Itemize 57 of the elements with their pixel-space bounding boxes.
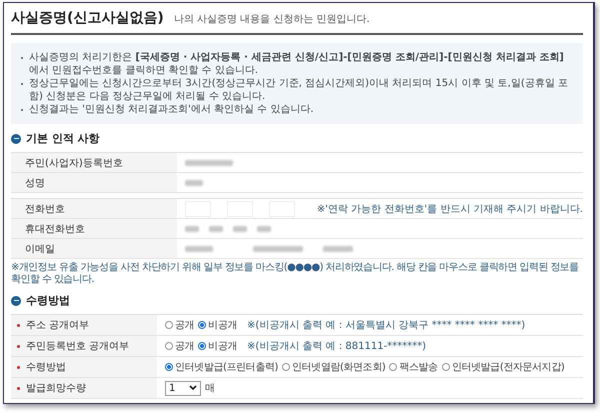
radio-option[interactable]: 인터넷발급(전자문서지갑) [442, 360, 564, 374]
quantity-select[interactable]: 1 [165, 380, 201, 396]
section-title: 수령방법 [26, 293, 70, 308]
redacted-value [209, 226, 223, 232]
radio-option[interactable]: 공개 [165, 339, 194, 353]
section-icon [11, 296, 21, 306]
redacted-value [257, 226, 271, 232]
field-label: 성명 [11, 173, 177, 192]
required-mark-icon [17, 366, 20, 368]
required-mark-icon [17, 386, 20, 390]
chevron-down-icon [189, 385, 197, 391]
field-label: 휴대전화번호 [11, 219, 177, 238]
unit-label: 매 [205, 382, 215, 395]
radio-icon[interactable] [165, 363, 173, 371]
notice-text: 사실증명의 처리기한은 [국세증명 · 사업자등록 · 세금관련 신청/신고]-[민원증명 조회/관리]-[민원신청 처리결과 조회]에서 민원접수번호를 클릭하면 확인할 수 있습니다. [29, 51, 565, 77]
radio-icon[interactable] [389, 363, 398, 371]
phone-note: ※'연락 가능한 전화번호'를 반드시 기재해 주시기 바랍니다. [316, 202, 583, 216]
output-example-note: ※(비공개시 출력 예 : 서울특별시 강북구 **** **** **** ****) [247, 319, 526, 332]
field-label: 주민(사업자)등록번호 [11, 153, 177, 172]
radio-option[interactable]: 인터넷발급(프린터출력) [165, 360, 278, 374]
phone-input[interactable] [185, 200, 211, 216]
radio-option[interactable]: 공개 [165, 318, 194, 332]
radio-icon[interactable] [198, 342, 206, 350]
radio-icon[interactable] [442, 363, 450, 371]
field-label: 수령방법 [26, 361, 66, 374]
notice-text: 정상근무일에는 신청시간으로부터 3시간(정상근무시간 기준, 점심시간제외)이내 처리되며 15시 이후 및 토,일(공휴일 포함) 신청분은 다음 정상근무일에 처리될 수 있습니다. [29, 77, 569, 103]
redacted-value [185, 226, 199, 232]
field-label: 발급희망수량 [26, 382, 86, 395]
section-icon [11, 134, 21, 144]
radio-icon[interactable] [165, 342, 173, 350]
page-subtitle: 나의 사실증명 내용을 신청하는 민원입니다. [174, 13, 370, 26]
required-mark-icon [17, 344, 20, 348]
radio-option[interactable]: 비공개 [198, 339, 238, 353]
required-mark-icon [17, 324, 20, 326]
redacted-value [253, 246, 303, 252]
phone-input[interactable] [226, 200, 253, 216]
radio-icon[interactable] [282, 363, 290, 371]
radio-option[interactable]: 인터넷열람(화면조회) [282, 360, 386, 374]
page-title: 사실증명(신고사실없음) [11, 9, 164, 27]
notice-text: 신청결과는 '민원신청 처리결과조회'에서 확인하실 수 있습니다. [29, 103, 314, 116]
redacted-value [323, 246, 353, 252]
section-title: 기본 인적 사항 [26, 131, 100, 146]
radio-icon[interactable] [165, 321, 173, 329]
field-label: 전화번호 [11, 199, 177, 218]
redacted-value [185, 246, 213, 252]
radio-option[interactable]: 팩스발송 [389, 360, 438, 374]
phone-input[interactable] [268, 200, 295, 216]
field-label: 주민등록번호 공개여부 [26, 340, 130, 353]
masking-note: ※개인정보 유출 가능성을 사전 차단하기 위해 일부 정보를 마스킹(●●●●) 처리하였습니다. 해당 칸을 마우스로 클릭하면 입력된 정보를 확인할 수 있습니다. [11, 262, 580, 286]
redacted-value [185, 180, 203, 186]
radio-option[interactable]: 비공개 [198, 318, 238, 332]
field-label: 이메일 [11, 239, 177, 258]
redacted-value [185, 160, 233, 166]
redacted-value [233, 226, 247, 232]
field-label: 주소 공개여부 [26, 319, 90, 332]
output-example-note: ※(비공개시 출력 예 : 881111-*******) [247, 340, 426, 353]
radio-icon[interactable] [198, 321, 206, 329]
